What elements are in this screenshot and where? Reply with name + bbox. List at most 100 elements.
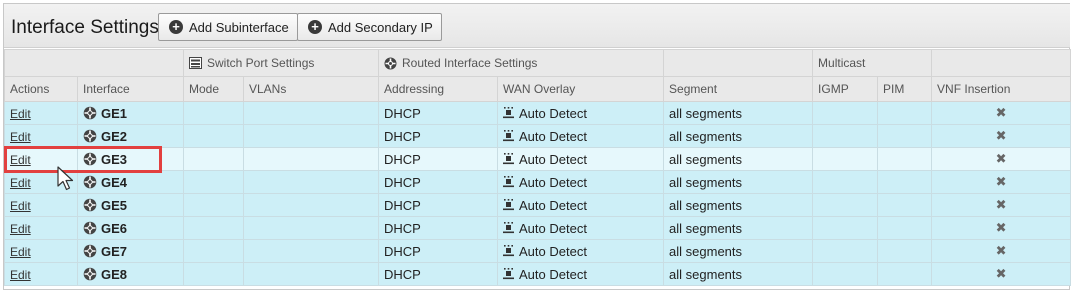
pim-cell	[877, 147, 933, 171]
mouse-cursor-icon	[57, 166, 74, 191]
x-icon[interactable]: ✖	[996, 128, 1007, 143]
table-row: Edit GE6 DHCP Auto Detect all segments ✖	[4, 216, 1072, 240]
add-secondary-ip-button[interactable]: + Add Secondary IP	[297, 13, 442, 41]
vnf-insertion-cell: ✖	[931, 262, 1072, 286]
wan-overlay-cell: Auto Detect	[497, 147, 665, 171]
edit-link[interactable]: Edit	[10, 130, 31, 144]
igmp-cell	[812, 147, 879, 171]
auto-detect-icon	[503, 153, 515, 165]
interface-cell: GE4	[77, 170, 184, 194]
x-icon[interactable]: ✖	[996, 105, 1007, 120]
x-icon[interactable]: ✖	[996, 220, 1007, 235]
add-secondary-ip-label: Add Secondary IP	[328, 19, 433, 35]
router-icon	[83, 106, 97, 120]
vnf-insertion-cell: ✖	[931, 170, 1072, 194]
edit-link[interactable]: Edit	[10, 107, 31, 121]
edit-link[interactable]: Edit	[10, 245, 31, 259]
x-icon[interactable]: ✖	[996, 197, 1007, 212]
table-row: Edit GE5 DHCP Auto Detect all segments ✖	[4, 193, 1072, 217]
segment-cell: all segments	[663, 239, 814, 263]
interface-name: GE2	[101, 128, 128, 144]
edit-link[interactable]: Edit	[10, 268, 31, 282]
col-mode: Mode	[183, 76, 244, 102]
vlans-cell	[242, 216, 380, 240]
segment-cell: all segments	[663, 262, 814, 286]
panel-header: Interface Settings + Add Subinterface + …	[4, 4, 1070, 48]
pim-cell	[877, 170, 933, 194]
x-icon[interactable]: ✖	[996, 174, 1007, 189]
edit-link[interactable]: Edit	[10, 222, 31, 236]
wan-overlay-value: Auto Detect	[519, 220, 587, 236]
wan-overlay-cell: Auto Detect	[497, 262, 665, 286]
vlans-cell	[242, 239, 380, 263]
group-header-segment-empty	[663, 49, 814, 77]
router-icon	[83, 244, 97, 258]
addressing-cell: DHCP	[378, 193, 499, 217]
group-label-routed: Routed Interface Settings	[402, 56, 538, 70]
vlans-cell	[242, 193, 380, 217]
addressing-cell: DHCP	[378, 101, 499, 125]
col-addressing: Addressing	[378, 76, 499, 102]
auto-detect-icon	[503, 130, 515, 142]
table-row: Edit GE4 DHCP Auto Detect all segments ✖	[4, 170, 1072, 194]
group-label-switch-port: Switch Port Settings	[207, 56, 315, 70]
wan-overlay-value: Auto Detect	[519, 243, 587, 259]
actions-cell: Edit	[4, 239, 78, 263]
segment-cell: all segments	[663, 101, 814, 125]
edit-link[interactable]: Edit	[10, 176, 31, 190]
plus-circle-icon: +	[169, 20, 183, 34]
pim-cell	[877, 239, 933, 263]
group-header-routed: Routed Interface Settings	[378, 49, 665, 77]
vnf-insertion-cell: ✖	[931, 239, 1072, 263]
col-vnf-insertion: VNF Insertion	[931, 76, 1072, 102]
col-segment: Segment	[663, 76, 814, 102]
interface-cell: GE1	[77, 101, 184, 125]
segment-cell: all segments	[663, 193, 814, 217]
wan-overlay-cell: Auto Detect	[497, 216, 665, 240]
segment-cell: all segments	[663, 216, 814, 240]
interface-name: GE1	[101, 105, 128, 121]
vnf-insertion-cell: ✖	[931, 193, 1072, 217]
segment-cell: all segments	[663, 147, 814, 171]
x-icon[interactable]: ✖	[996, 243, 1007, 258]
auto-detect-icon	[503, 107, 515, 119]
vlans-cell	[242, 101, 380, 125]
group-header-switch-port: Switch Port Settings	[182, 49, 380, 77]
x-icon[interactable]: ✖	[996, 151, 1007, 166]
actions-cell: Edit	[4, 216, 78, 240]
edit-link[interactable]: Edit	[10, 199, 31, 213]
interface-table: Switch Port Settings Routed Interface Se…	[4, 49, 1072, 286]
wan-overlay-cell: Auto Detect	[497, 193, 665, 217]
router-icon	[83, 198, 97, 212]
igmp-cell	[812, 170, 879, 194]
auto-detect-icon	[503, 199, 515, 211]
interface-cell: GE2	[77, 124, 184, 148]
table-row: Edit GE1 DHCP Auto Detect all segments ✖	[4, 101, 1072, 125]
col-igmp: IGMP	[812, 76, 879, 102]
mode-cell	[183, 170, 244, 194]
x-icon[interactable]: ✖	[996, 266, 1007, 281]
plus-circle-icon: +	[308, 20, 322, 34]
table-row: Edit GE8 DHCP Auto Detect all segments ✖	[4, 262, 1072, 286]
addressing-cell: DHCP	[378, 216, 499, 240]
col-vlans: VLANs	[242, 76, 380, 102]
segment-cell: all segments	[663, 170, 814, 194]
addressing-cell: DHCP	[378, 239, 499, 263]
vnf-insertion-cell: ✖	[931, 216, 1072, 240]
interface-name: GE7	[101, 243, 128, 259]
switch-icon	[189, 57, 202, 69]
mode-cell	[183, 216, 244, 240]
router-icon	[83, 175, 97, 189]
mode-cell	[183, 239, 244, 263]
pim-cell	[877, 262, 933, 286]
wan-overlay-value: Auto Detect	[519, 266, 587, 282]
auto-detect-icon	[503, 222, 515, 234]
add-subinterface-button[interactable]: + Add Subinterface	[158, 13, 298, 41]
igmp-cell	[812, 262, 879, 286]
mode-cell	[183, 193, 244, 217]
actions-cell: Edit	[4, 101, 78, 125]
wan-overlay-cell: Auto Detect	[497, 101, 665, 125]
wan-overlay-cell: Auto Detect	[497, 239, 665, 263]
vnf-insertion-cell: ✖	[931, 101, 1072, 125]
interface-name: GE5	[101, 197, 128, 213]
